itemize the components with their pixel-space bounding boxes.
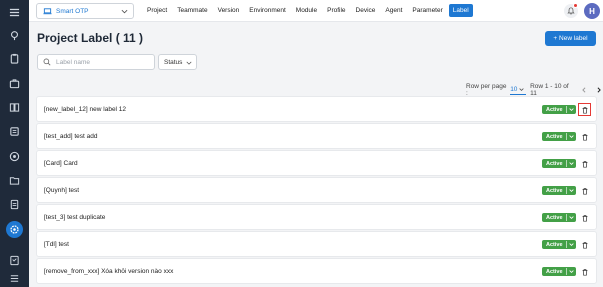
chevron-down-icon (569, 270, 574, 274)
avatar[interactable]: H (584, 3, 600, 19)
tab-parameter[interactable]: Parameter (408, 4, 446, 17)
chevron-down-icon (569, 162, 574, 166)
label-text: [Tdl] test (44, 240, 69, 248)
list-item[interactable]: [Tdl] test Active (37, 232, 596, 256)
chevron-right-icon (597, 87, 601, 93)
page-title: Project Label ( 11 ) (37, 31, 144, 45)
list-icon[interactable] (8, 272, 21, 285)
search-input[interactable] (56, 58, 151, 66)
trash-icon[interactable] (580, 240, 590, 250)
laptop-icon (43, 7, 52, 16)
tab-device[interactable]: Device (352, 4, 380, 17)
settings-icon[interactable] (6, 221, 23, 238)
book-icon[interactable] (8, 101, 21, 114)
tab-version[interactable]: Version (214, 4, 244, 17)
tab-project[interactable]: Project (143, 4, 171, 17)
label-text: [Card] Card (44, 159, 78, 167)
chevron-down-icon (569, 243, 574, 247)
tab-teammate[interactable]: Teammate (173, 4, 211, 17)
rows-per-page-value: 10 (510, 86, 518, 93)
briefcase-icon[interactable] (8, 77, 21, 90)
status-text: Active (546, 187, 563, 194)
tab-label[interactable]: Label (448, 4, 473, 17)
prev-page-button[interactable] (580, 86, 588, 95)
status-dropdown[interactable]: Active (542, 240, 576, 249)
tab-module[interactable]: Module (292, 4, 321, 17)
chevron-down-icon (569, 216, 574, 220)
trash-icon[interactable] (580, 186, 590, 196)
list-item[interactable]: [remove_from_xxx] Xóa khỏi version nào x… (37, 259, 596, 283)
chevron-down-icon (569, 189, 574, 193)
list-item[interactable]: [new_label_12] new label 12 Active (37, 97, 596, 121)
status-filter[interactable]: Status (158, 54, 197, 70)
search-box (37, 54, 155, 70)
chevron-left-icon (582, 87, 586, 93)
label-text: [Quynh] test (44, 186, 80, 194)
search-icon (43, 58, 51, 66)
list-item[interactable]: [test_3] test duplicate Active (37, 205, 596, 229)
tasks-icon[interactable] (8, 254, 21, 267)
project-name: Smart OTP (56, 7, 89, 15)
status-text: Active (546, 106, 563, 113)
sidebar (0, 0, 29, 287)
trash-icon[interactable] (580, 213, 590, 223)
trash-icon[interactable] (580, 159, 590, 169)
label-list: [new_label_12] new label 12 Active [test… (37, 97, 596, 286)
status-dropdown[interactable]: Active (542, 213, 576, 222)
status-dropdown[interactable]: Active (542, 267, 576, 276)
new-label-button[interactable]: + New label (545, 31, 596, 46)
status-filter-label: Status (164, 58, 183, 66)
list-item[interactable]: [Quynh] test Active (37, 178, 596, 202)
notification-badge (573, 3, 578, 8)
list-item[interactable]: [Card] Card Active (37, 151, 596, 175)
status-text: Active (546, 241, 563, 248)
status-text: Active (546, 133, 563, 140)
top-nav: Project Teammate Version Environment Mod… (143, 4, 475, 17)
label-text: [remove_from_xxx] Xóa khỏi version nào x… (44, 267, 174, 275)
list-item[interactable]: [test_add] test add Active (37, 124, 596, 148)
status-text: Active (546, 214, 563, 221)
tab-environment[interactable]: Environment (245, 4, 290, 17)
next-page-button[interactable] (595, 86, 603, 95)
menu-icon[interactable] (8, 6, 21, 19)
chevron-down-icon (121, 9, 128, 14)
status-text: Active (546, 268, 563, 275)
page-range: Row 1 - 10 of 11 (530, 83, 569, 97)
status-dropdown[interactable]: Active (542, 132, 576, 141)
pin-icon[interactable] (8, 29, 21, 42)
topbar: Smart OTP Project Teammate Version Envir… (29, 0, 603, 22)
label-text: [test_3] test duplicate (44, 213, 106, 221)
project-select[interactable]: Smart OTP (36, 3, 134, 19)
trash-icon[interactable] (580, 267, 590, 277)
trash-icon[interactable] (578, 103, 591, 116)
status-dropdown[interactable]: Active (542, 159, 576, 168)
chevron-down-icon (186, 61, 192, 65)
folder-icon[interactable] (8, 174, 21, 187)
chevron-down-icon (519, 88, 525, 91)
label-text: [test_add] test add (44, 132, 98, 140)
label-text: [new_label_12] new label 12 (44, 105, 127, 113)
rows-per-page-label: Row per page : (466, 83, 507, 97)
gear-circle-icon[interactable] (8, 150, 21, 163)
trash-icon[interactable] (580, 132, 590, 142)
rows-per-page-select[interactable]: 10 (510, 85, 527, 95)
chevron-down-icon (569, 135, 574, 139)
tab-profile[interactable]: Profile (323, 4, 349, 17)
pagination: Row per page : 10 Row 1 - 10 of 11 (466, 83, 603, 97)
file-icon[interactable] (8, 198, 21, 211)
status-dropdown[interactable]: Active (542, 105, 576, 114)
tab-agent[interactable]: Agent (381, 4, 406, 17)
status-text: Active (546, 160, 563, 167)
clipboard-icon[interactable] (8, 52, 21, 65)
status-dropdown[interactable]: Active (542, 186, 576, 195)
module-icon[interactable] (8, 125, 21, 138)
chevron-down-icon (569, 108, 574, 112)
